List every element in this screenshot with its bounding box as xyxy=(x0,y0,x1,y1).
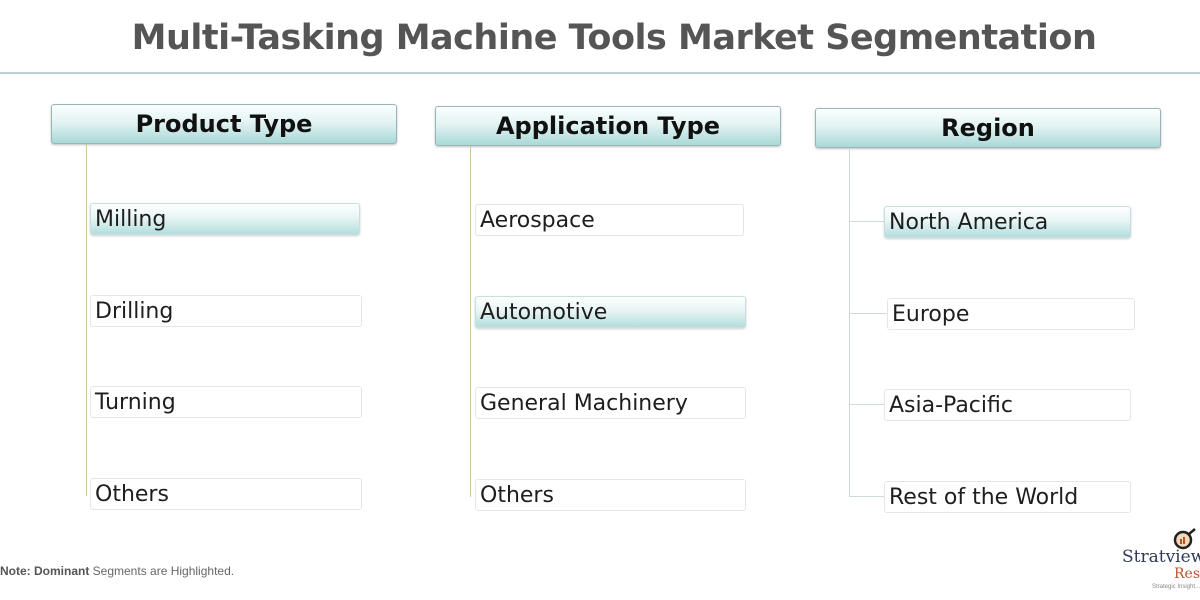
column-header-label: Product Type xyxy=(135,110,313,138)
column-header-product-type: Product Type xyxy=(51,104,397,144)
segment-item-general-machinery: General Machinery xyxy=(475,387,746,419)
column-header-label: Region xyxy=(941,114,1035,142)
segment-label: Milling xyxy=(95,206,167,232)
segment-item-automotive: Automotive xyxy=(475,296,746,328)
segment-item-north-america: North America xyxy=(884,206,1131,238)
logo-subtitle: Rese xyxy=(1174,566,1200,582)
connector-branch xyxy=(849,496,885,497)
segment-item-asia-pacific: Asia-Pacific xyxy=(884,389,1131,421)
segment-label: Aerospace xyxy=(480,207,595,233)
logo-tagline: Strategic Insight... xyxy=(1152,584,1200,590)
stratview-logo: Stratview Rese Strategic Insight... xyxy=(1118,527,1200,597)
connector-branch xyxy=(849,404,885,405)
segment-label: Others xyxy=(95,481,169,507)
segment-item-aerospace: Aerospace xyxy=(475,204,744,236)
segment-item-others: Others xyxy=(90,478,362,510)
connector-branch xyxy=(849,313,887,314)
segment-label: Turning xyxy=(95,389,176,415)
connector-line xyxy=(470,146,471,497)
column-header-label: Application Type xyxy=(495,112,721,140)
footnote-prefix: Note: Dominant xyxy=(0,564,90,578)
logo-name: Stratview xyxy=(1122,547,1200,567)
title-divider xyxy=(0,72,1200,74)
segment-label: Rest of the World xyxy=(889,484,1079,510)
connector-line xyxy=(86,144,87,496)
segment-item-europe: Europe xyxy=(887,298,1135,330)
segment-label: Others xyxy=(480,482,554,508)
segment-label: Europe xyxy=(892,301,970,327)
segment-label: Automotive xyxy=(480,299,608,325)
connector-branch xyxy=(849,221,885,222)
segment-item-turning: Turning xyxy=(90,386,362,418)
page-title: Multi-Tasking Machine Tools Market Segme… xyxy=(131,18,1097,58)
segment-label: North America xyxy=(889,209,1049,235)
segment-item-drilling: Drilling xyxy=(90,295,362,327)
segment-label: General Machinery xyxy=(480,390,688,416)
segment-label: Asia-Pacific xyxy=(889,392,1013,418)
segment-item-milling: Milling xyxy=(90,203,360,235)
footnote-text: Segments are Highlighted. xyxy=(89,564,235,578)
segment-item-others: Others xyxy=(475,479,746,511)
footnote: Note: Dominant Segments are Highlighted. xyxy=(0,564,234,578)
column-header-region: Region xyxy=(815,108,1161,148)
connector-line xyxy=(849,148,850,497)
segment-label: Drilling xyxy=(95,298,174,324)
column-header-application-type: Application Type xyxy=(435,106,781,146)
segment-item-rest-of-the-world: Rest of the World xyxy=(884,481,1131,513)
